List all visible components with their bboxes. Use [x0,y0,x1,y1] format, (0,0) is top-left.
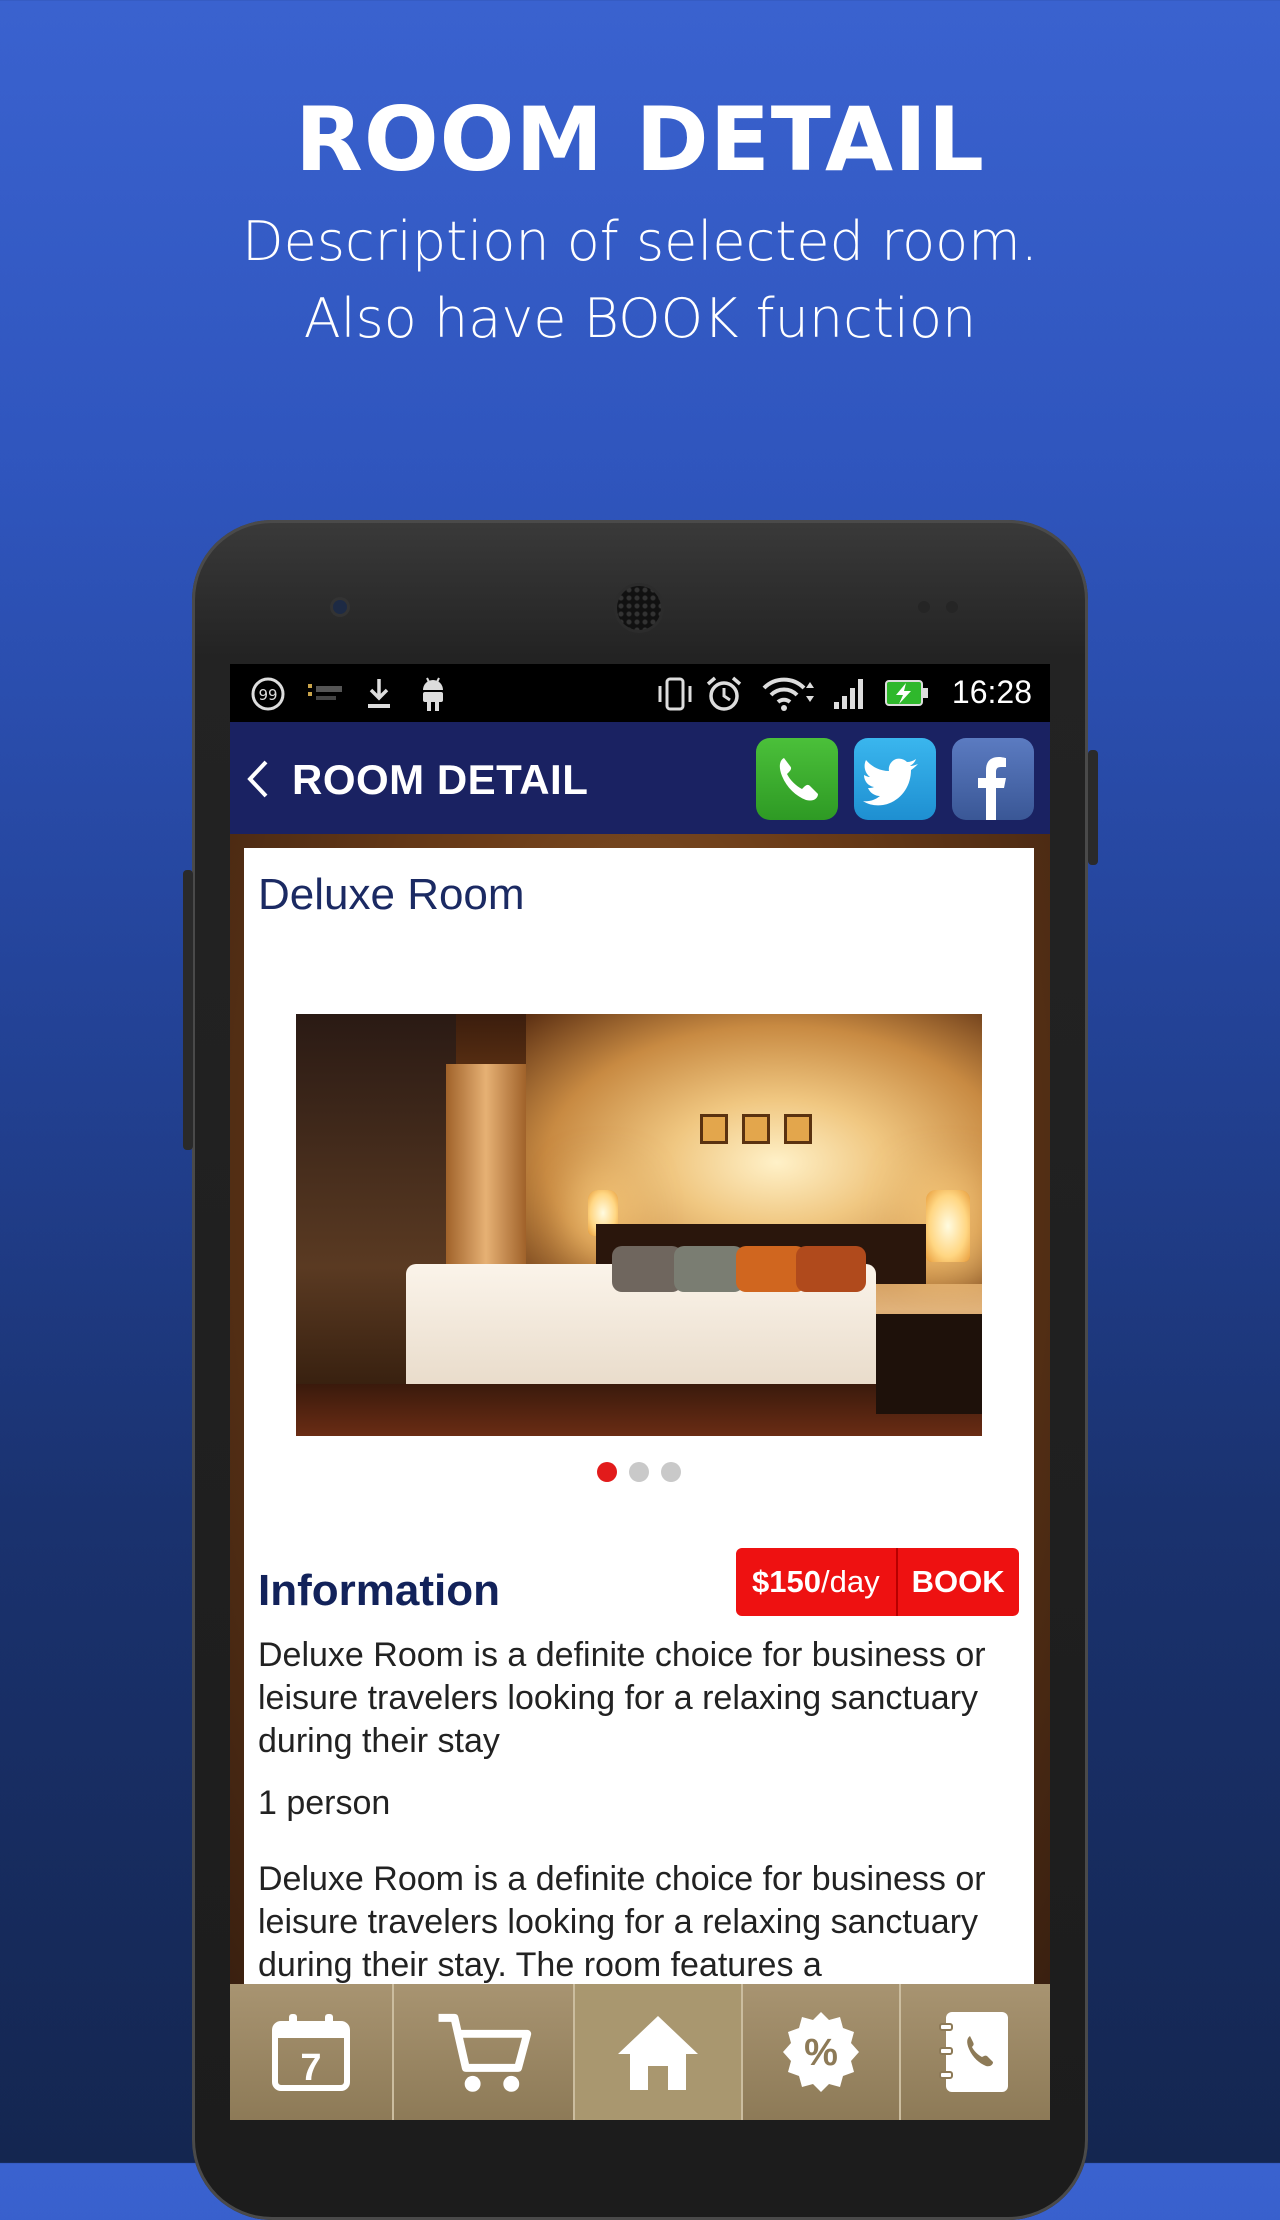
calendar-icon: 7 [272,2014,351,2091]
nav-home[interactable] [574,1984,744,2120]
price-book-widget[interactable]: $150/day BOOK [736,1548,1019,1616]
room-photo[interactable] [296,1014,982,1436]
signal-icon [834,679,863,709]
wifi-icon [762,677,814,711]
back-chevron-icon[interactable] [242,756,274,802]
photo-frame [700,1114,728,1144]
svg-text:99: 99 [258,686,277,704]
nav-cart[interactable] [394,1984,575,2120]
room-long-description: Deluxe Room is a definite choice for bus… [258,1860,986,1984]
earpiece-speaker [617,586,661,630]
photo-pillow [796,1246,866,1292]
promo-title: ROOM DETAIL [295,88,985,191]
bottom-nav: 7 % [230,1984,1050,2120]
app-bar: ROOM DETAIL [230,722,1050,834]
room-detail-card: Deluxe Room Information $150/day BOOK De… [244,848,1034,1984]
price-unit: /day [820,1564,880,1599]
photo-frame [742,1114,770,1144]
information-heading: Information [258,1566,500,1615]
photo-pillow [612,1246,682,1292]
room-capacity: 1 person [258,1784,391,1822]
home-icon [617,2016,698,2090]
promo-subtitle-line1: Description of selected room. [242,210,1038,273]
book-button[interactable]: BOOK [898,1548,1019,1616]
call-button[interactable] [756,738,838,820]
discount-symbol: % [804,2032,838,2074]
facebook-button[interactable] [952,738,1034,820]
front-camera [333,600,347,614]
proximity-sensor [918,601,930,613]
android-icon [423,677,443,711]
discount-icon: % [783,2012,860,2092]
photo-frame [784,1114,812,1144]
room-title: Deluxe Room [258,870,525,919]
photo-lamp [926,1190,970,1262]
vibrate-icon [658,677,692,711]
gallery-dot[interactable] [597,1462,617,1482]
photo-pillow [674,1246,744,1292]
nav-contact[interactable] [901,1984,1050,2120]
nav-discount[interactable]: % [743,1984,902,2120]
phone-screen: 99 16:28 ROOM DETAIL Deluxe Room Informa… [230,664,1050,2120]
notification-99-icon: 99 [251,677,285,711]
app-icon [308,684,342,700]
phone-icon [779,758,818,801]
photo-nightstand [876,1314,982,1414]
contact-book-icon [938,2012,1008,2092]
gallery-dot[interactable] [661,1462,681,1482]
cart-icon [438,2013,531,2092]
phone-volume-button [183,870,193,1150]
status-bar: 99 16:28 [230,664,1050,722]
facebook-icon [978,757,1006,820]
gallery-dots [244,1462,1034,1487]
app-bar-title: ROOM DETAIL [292,756,589,803]
phone-power-button [1088,750,1098,865]
price-amount: $150 [752,1564,821,1599]
nav-calendar[interactable]: 7 [230,1984,395,2120]
status-time: 16:28 [951,674,1032,710]
twitter-button[interactable] [854,738,936,820]
download-icon [368,679,390,708]
battery-charging-icon [885,680,928,706]
calendar-day: 7 [301,2047,322,2089]
twitter-icon [863,758,918,806]
room-description: Deluxe Room is a definite choice for bus… [258,1636,986,1760]
price-tag: $150/day [736,1548,898,1616]
promo-subtitle-line2: Also have BOOK function [303,287,977,350]
gallery-dot[interactable] [629,1462,649,1482]
alarm-icon [706,676,742,711]
light-sensor [946,601,958,613]
